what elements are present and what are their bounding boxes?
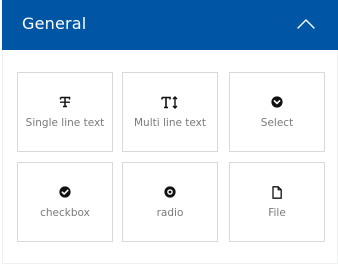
field-tile-label: Select	[260, 117, 294, 129]
text-strikethrough-icon	[18, 95, 112, 109]
field-tile-radio[interactable]: radio	[122, 162, 218, 242]
panel-title: General	[22, 14, 87, 33]
radio-dot-icon	[123, 185, 217, 199]
panel-header[interactable]: General	[2, 0, 338, 50]
field-tile-file[interactable]: File	[229, 162, 325, 242]
field-tile-select[interactable]: Select	[229, 72, 325, 152]
field-tile-label: File	[268, 207, 286, 219]
field-tile-label: Single line text	[25, 117, 105, 129]
field-tile-single-line-text[interactable]: Single line text	[17, 72, 113, 152]
file-icon	[230, 185, 324, 199]
circle-check-icon	[18, 185, 112, 199]
field-tile-multi-line-text[interactable]: Multi line text	[122, 72, 218, 152]
circle-chevron-down-icon	[230, 95, 324, 109]
chevron-up-icon[interactable]	[296, 17, 316, 31]
field-tile-checkbox[interactable]: checkbox	[17, 162, 113, 242]
text-height-icon	[123, 95, 217, 109]
field-tile-label: radio	[156, 207, 184, 219]
field-tile-label: checkbox	[40, 207, 90, 219]
field-tile-label: Multi line text	[133, 117, 206, 129]
field-palette: Single line text Multi line text Select	[2, 50, 338, 264]
general-panel: General Single line text Multi line text…	[0, 0, 338, 264]
